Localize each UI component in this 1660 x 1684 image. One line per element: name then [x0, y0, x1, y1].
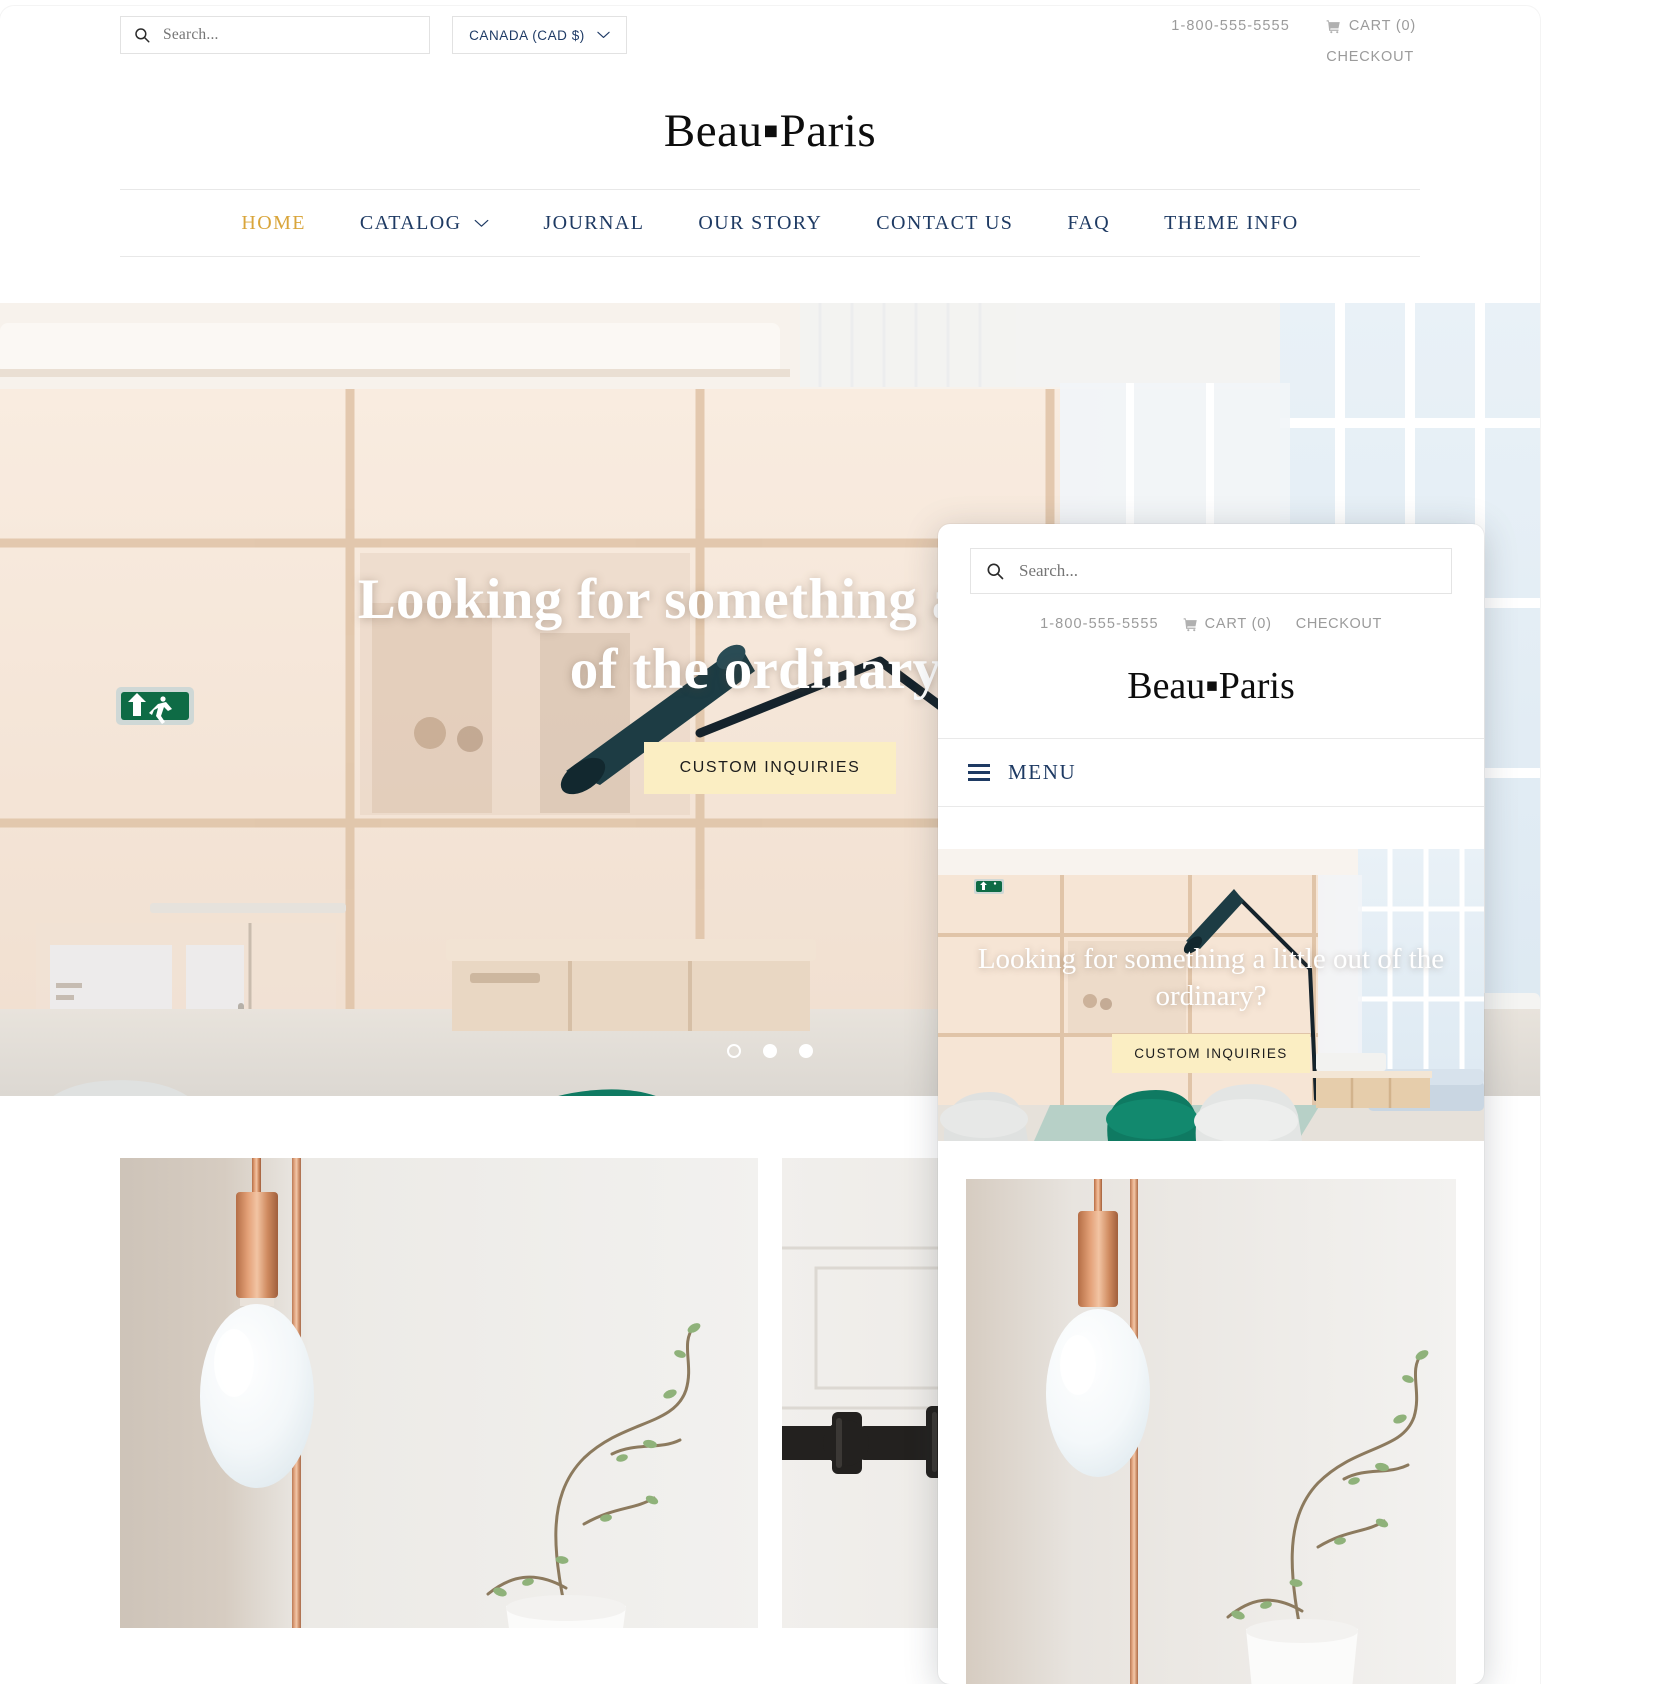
utility-bar: CANADA (CAD $) 1-800-555-5555 CART (0) [0, 6, 1540, 86]
nav-item-contact-us[interactable]: CONTACT US [849, 212, 1040, 235]
mobile-cart-link[interactable]: CART (0) [1183, 616, 1272, 632]
nav-item-catalog[interactable]: CATALOG [333, 212, 517, 235]
mobile-search-box[interactable] [970, 548, 1452, 594]
chevron-down-icon [597, 31, 610, 38]
cart-label: CART (0) [1348, 18, 1416, 34]
hero-dot-2[interactable] [763, 1044, 777, 1058]
mobile-hero: Looking for something a little out of th… [938, 849, 1484, 1141]
nav-label: FAQ [1067, 211, 1111, 234]
checkout-link[interactable]: CHECKOUT [1326, 49, 1416, 65]
logo-area: Beau▪Paris [0, 86, 1540, 189]
screenshot-stage: CANADA (CAD $) 1-800-555-5555 CART (0) [0, 0, 1660, 1684]
nav-label: CONTACT US [876, 211, 1014, 234]
nav-label: JOURNAL [543, 211, 645, 234]
mobile-product-tile-1[interactable] [966, 1179, 1456, 1684]
mobile-phone-number[interactable]: 1-800-555-5555 [1040, 616, 1159, 632]
cart-icon [1183, 617, 1197, 631]
nav-label: CATALOG [359, 211, 462, 234]
product-tile-1[interactable] [120, 1158, 758, 1628]
site-logo[interactable]: Beau▪Paris [664, 108, 876, 155]
currency-selected-label: CANADA (CAD $) [469, 27, 585, 43]
nav-item-faq[interactable]: FAQ [1040, 212, 1137, 235]
mobile-custom-inquiries-button[interactable]: CUSTOM INQUIRIES [1112, 1034, 1310, 1074]
mobile-preview-panel: 1-800-555-5555 CART (0) CHECKOUT Beau▪Pa… [938, 524, 1484, 1684]
currency-selector[interactable]: CANADA (CAD $) [452, 16, 627, 54]
mobile-menu-bar[interactable]: MENU [938, 739, 1484, 807]
mobile-checkout-link[interactable]: CHECKOUT [1296, 616, 1382, 632]
mobile-hero-title: Looking for something a little out of th… [977, 942, 1445, 1012]
main-navigation: HOME CATALOG JOURNAL OUR STORY CONTACT U… [120, 189, 1420, 257]
search-icon [135, 28, 150, 43]
nav-label: THEME INFO [1164, 211, 1299, 234]
phone-number[interactable]: 1-800-555-5555 [1171, 18, 1290, 34]
mobile-cart-label: CART (0) [1204, 616, 1272, 632]
cart-link[interactable]: CART (0) [1326, 18, 1416, 34]
mobile-site-logo[interactable]: Beau▪Paris [1127, 665, 1295, 707]
hero-dot-1[interactable] [727, 1044, 741, 1058]
nav-label: OUR STORY [698, 211, 823, 234]
nav-label: HOME [241, 211, 306, 234]
mobile-spacer [938, 807, 1484, 849]
search-box[interactable] [120, 16, 430, 54]
mobile-logo-area: Beau▪Paris [938, 632, 1484, 739]
utility-links: 1-800-555-5555 CART (0) CHECKOUT [896, 16, 1416, 65]
mobile-hero-content: Looking for something a little out of th… [938, 849, 1484, 1141]
search-icon [987, 563, 1004, 580]
nav-item-our-story[interactable]: OUR STORY [671, 212, 849, 235]
hero-dot-3[interactable] [799, 1044, 813, 1058]
mobile-utility-links: 1-800-555-5555 CART (0) CHECKOUT [938, 616, 1484, 632]
chevron-down-icon [475, 219, 489, 227]
hamburger-icon [968, 764, 990, 781]
search-input[interactable] [163, 26, 403, 44]
cart-icon [1326, 19, 1340, 33]
nav-item-journal[interactable]: JOURNAL [516, 212, 671, 235]
custom-inquiries-button[interactable]: CUSTOM INQUIRIES [643, 742, 897, 795]
nav-item-home[interactable]: HOME [214, 212, 333, 235]
mobile-product-grid [938, 1141, 1484, 1684]
mobile-menu-label: MENU [1008, 760, 1077, 784]
mobile-search-input[interactable] [1019, 561, 1349, 581]
nav-item-theme-info[interactable]: THEME INFO [1137, 212, 1326, 235]
